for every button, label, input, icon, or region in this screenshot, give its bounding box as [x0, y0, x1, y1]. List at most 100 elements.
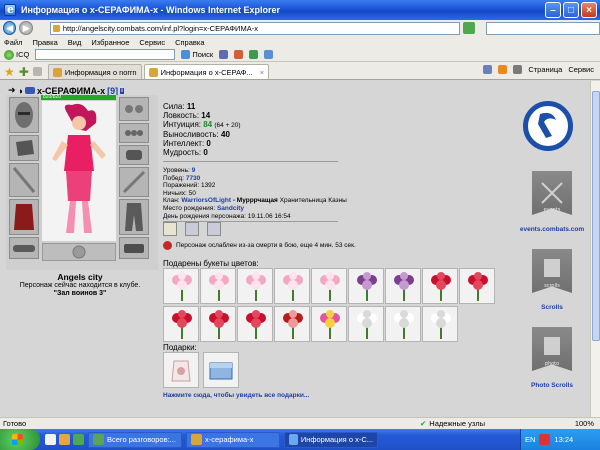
- menu-help[interactable]: Справка: [175, 38, 204, 47]
- quick-tabs-icon[interactable]: [32, 67, 42, 76]
- flower-bouquet[interactable]: [459, 268, 495, 304]
- flower-bouquet[interactable]: [237, 268, 273, 304]
- menu-favorites[interactable]: Избранное: [91, 38, 129, 47]
- clock: 13:24: [554, 435, 574, 444]
- address-field[interactable]: http://angelscity.combats.com/inf.pl?log…: [49, 21, 461, 35]
- task-chat[interactable]: Всего разговоров:...: [88, 431, 182, 448]
- scroll-thumb[interactable]: [592, 91, 600, 341]
- live-search-input[interactable]: [485, 21, 600, 35]
- tabs-bar: ★ ✚ Информация о norrn Информация о х-СЕ…: [0, 62, 600, 80]
- close-tab-icon[interactable]: ×: [260, 68, 264, 77]
- flower-bouquet[interactable]: [200, 306, 236, 342]
- boots-slot[interactable]: [119, 237, 149, 259]
- zoom-level[interactable]: 100%: [575, 419, 594, 428]
- ie-quick-icon[interactable]: [45, 434, 56, 445]
- desktop-icon[interactable]: [73, 434, 84, 445]
- flower-bouquet[interactable]: [311, 268, 347, 304]
- gloves-slot[interactable]: [119, 145, 149, 165]
- language-indicator[interactable]: EN: [525, 435, 535, 444]
- page-content: ➜ ◑ х-СЕРАФИМА-х [9] i 820/820 Angels ci…: [0, 81, 590, 417]
- flower-bouquet[interactable]: [348, 268, 384, 304]
- rss-icon[interactable]: [498, 65, 508, 74]
- menu-tools[interactable]: Сервис: [139, 38, 165, 47]
- info-icon[interactable]: i: [120, 87, 124, 94]
- effects-row: [163, 222, 221, 236]
- icq-flower-icon: [4, 49, 14, 60]
- print-icon[interactable]: [513, 65, 523, 74]
- favorites-star-icon[interactable]: ★: [4, 65, 15, 79]
- add-favorite-icon[interactable]: ✚: [19, 65, 29, 79]
- menu-view[interactable]: Вид: [68, 38, 82, 47]
- character-panel: 820/820: [6, 95, 158, 270]
- weapon-slot[interactable]: [9, 163, 39, 197]
- clan-link[interactable]: WarriorsOfLight: [181, 197, 231, 204]
- flower-bouquet[interactable]: [311, 306, 347, 342]
- toolbar-icon[interactable]: [234, 50, 244, 59]
- task-seraphima[interactable]: х-серафима-х: [186, 431, 280, 448]
- scrolls-banner[interactable]: scrolls: [532, 249, 572, 293]
- flower-bouquet[interactable]: [385, 268, 421, 304]
- events-banner[interactable]: events: [532, 171, 572, 215]
- amulet-slot[interactable]: [119, 123, 149, 143]
- gift-item[interactable]: [163, 352, 199, 388]
- flower-bouquet[interactable]: [274, 306, 310, 342]
- back-button[interactable]: ◀: [3, 21, 17, 35]
- photo-scrolls-link[interactable]: Photo Scrolls: [512, 382, 592, 389]
- menu-bar: Файл Правка Вид Избранное Сервис Справка: [0, 36, 600, 48]
- combats-logo[interactable]: [523, 101, 573, 151]
- page-menu[interactable]: Страница: [528, 65, 562, 74]
- tray-icon[interactable]: [539, 434, 551, 445]
- photo-scrolls-banner[interactable]: photo: [532, 327, 572, 371]
- forward-button[interactable]: ▶: [19, 21, 33, 35]
- events-link[interactable]: events.combats.com: [512, 226, 592, 233]
- start-button[interactable]: [0, 429, 40, 450]
- flower-bouquet[interactable]: [163, 306, 199, 342]
- flower-bouquet[interactable]: [274, 268, 310, 304]
- gift-item[interactable]: [203, 352, 239, 388]
- vertical-scrollbar[interactable]: [590, 81, 600, 417]
- flower-bouquet[interactable]: [422, 306, 458, 342]
- task-info[interactable]: Информация о х-С...: [284, 431, 378, 448]
- flower-bouquet[interactable]: [163, 268, 199, 304]
- search-button[interactable]: Поиск: [181, 50, 213, 59]
- tools-menu[interactable]: Сервис: [568, 65, 594, 74]
- armor-slot[interactable]: [9, 199, 39, 235]
- injury-icon: [163, 241, 172, 250]
- folder-icon[interactable]: [59, 434, 70, 445]
- minimize-button[interactable]: –: [545, 2, 561, 18]
- legs-slot[interactable]: [119, 199, 149, 235]
- all-gifts-link[interactable]: Нажмите сюда, чтобы увидеть все подарки.…: [163, 392, 309, 399]
- close-button[interactable]: ×: [581, 2, 597, 18]
- flowers-grid: [163, 268, 495, 342]
- scrolls-link[interactable]: Scrolls: [512, 304, 592, 311]
- tab-seraphima[interactable]: Информация о х-СЕРАФ... ×: [143, 64, 270, 79]
- align-icon: ◑: [17, 85, 23, 96]
- bracer-slot[interactable]: [9, 135, 39, 161]
- security-zone: Надежные узлы: [429, 419, 486, 428]
- emblem-plate: [42, 243, 116, 261]
- menu-file[interactable]: Файл: [4, 38, 22, 47]
- refresh-icon[interactable]: [463, 22, 475, 34]
- flower-bouquet[interactable]: [200, 268, 236, 304]
- settings-icon[interactable]: [264, 50, 274, 59]
- offhand-slot[interactable]: [119, 167, 149, 197]
- icq-button[interactable]: ICQ: [4, 49, 29, 60]
- tab-norrn[interactable]: Информация о norrn: [47, 64, 142, 79]
- toolbar-icon[interactable]: [219, 50, 229, 59]
- earring-slot[interactable]: [119, 97, 149, 121]
- home-icon[interactable]: [483, 65, 493, 74]
- belt-slot[interactable]: [9, 237, 39, 259]
- toolbar-search-input[interactable]: [35, 49, 176, 60]
- flower-bouquet[interactable]: [385, 306, 421, 342]
- flag-icon: [24, 87, 35, 94]
- helmet-slot[interactable]: [9, 97, 39, 133]
- toolbar-icon[interactable]: [249, 50, 259, 59]
- flower-bouquet[interactable]: [237, 306, 273, 342]
- flower-bouquet[interactable]: [422, 268, 458, 304]
- maximize-button[interactable]: □: [563, 2, 579, 18]
- effect-scroll-icon[interactable]: [163, 222, 177, 236]
- flower-bouquet[interactable]: [348, 306, 384, 342]
- effect-shield-icon[interactable]: [207, 222, 221, 236]
- menu-edit[interactable]: Правка: [32, 38, 57, 47]
- effect-potion-icon[interactable]: [185, 222, 199, 236]
